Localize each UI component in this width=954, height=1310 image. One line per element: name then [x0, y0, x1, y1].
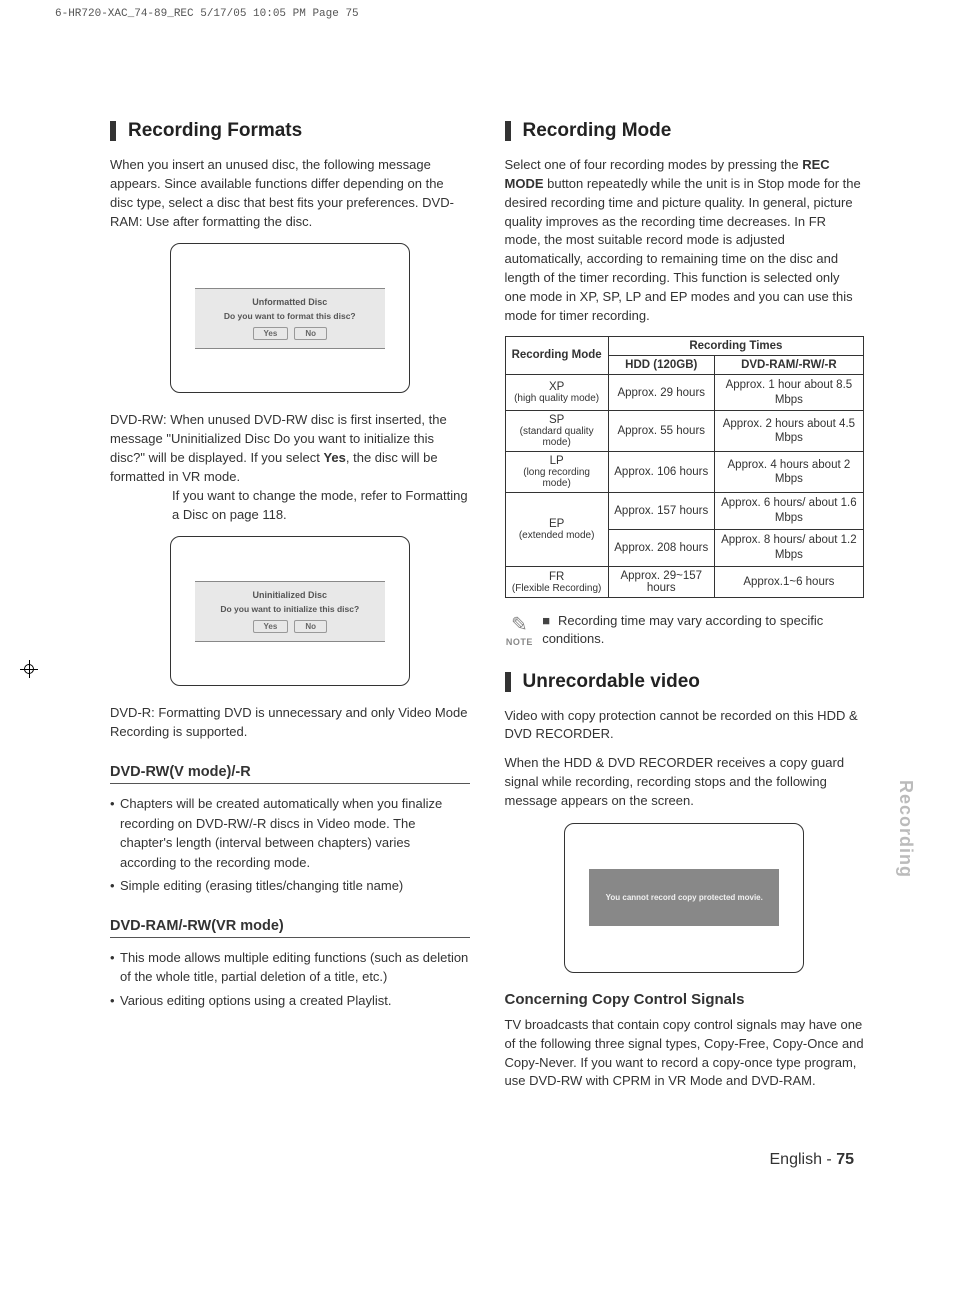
- desc: Formatting DVD is unnecessary and only V…: [110, 705, 467, 739]
- paragraph: Video with copy protection cannot be rec…: [505, 707, 865, 745]
- section-unrecordable-video: Unrecordable video: [505, 671, 865, 693]
- cell-hdd: Approx. 55 hours: [608, 411, 714, 452]
- left-column: Recording Formats When you insert an unu…: [110, 120, 470, 1101]
- footer-page-number: 75: [836, 1151, 854, 1168]
- heading-bar-icon: [505, 672, 511, 692]
- mode-sub: (high quality mode): [511, 393, 603, 404]
- intro-part2: button repeatedly while the unit is in S…: [505, 176, 861, 323]
- heading-bar-icon: [505, 121, 511, 141]
- osd-title: Uninitialized Disc: [201, 590, 379, 600]
- footer-sep: -: [822, 1151, 836, 1168]
- mode-name: LP: [511, 455, 603, 467]
- recording-times-table: Recording Mode Recording Times HDD (120G…: [505, 336, 865, 599]
- table-row: SP(standard quality mode) Approx. 55 hou…: [505, 411, 864, 452]
- cell-dvd: Approx. 4 hours about 2 Mbps: [714, 452, 863, 493]
- heading-text: Recording Formats: [128, 120, 302, 142]
- cell-dvd: Approx. 8 hours/ about 1.2 Mbps: [714, 530, 863, 567]
- osd-no-button: No: [294, 620, 327, 633]
- side-tab-recording: Recording: [895, 780, 916, 878]
- list-item: This mode allows multiple editing functi…: [110, 948, 470, 987]
- heading-text: Unrecordable video: [523, 671, 700, 693]
- osd-copy-protected: You cannot record copy protected movie.: [564, 823, 804, 973]
- subheading-copy-control: Concerning Copy Control Signals: [505, 991, 865, 1008]
- cell-dvd: Approx.1~6 hours: [714, 567, 863, 598]
- osd-uninitialized-disc: Uninitialized Disc Do you want to initia…: [170, 536, 410, 686]
- cell-hdd: Approx. 106 hours: [608, 452, 714, 493]
- mode-name: FR: [511, 571, 603, 583]
- dvd-rw-definition: DVD-RW: When unused DVD-RW disc is first…: [110, 411, 470, 524]
- paragraph: TV broadcasts that contain copy control …: [505, 1016, 865, 1091]
- mode-sub: (Flexible Recording): [511, 583, 603, 594]
- th-hdd: HDD (120GB): [608, 355, 714, 374]
- osd-subtitle: Do you want to initialize this disc?: [201, 604, 379, 614]
- list-item: Simple editing (erasing titles/changing …: [110, 876, 470, 896]
- mode-sub: (long recording mode): [511, 467, 603, 489]
- table-row: FR(Flexible Recording) Approx. 29~157 ho…: [505, 567, 864, 598]
- heading-text: Recording Mode: [523, 120, 672, 142]
- term: DVD-R:: [110, 705, 155, 720]
- mode-sub: (extended mode): [511, 530, 603, 541]
- heading-bar-icon: [110, 121, 116, 141]
- cell-dvd: Approx. 6 hours/ about 1.6 Mbps: [714, 493, 863, 530]
- intro-part1: Select one of four recording modes by pr…: [505, 157, 803, 172]
- table-row: XP(high quality mode) Approx. 29 hours A…: [505, 374, 864, 411]
- list-item: Various editing options using a created …: [110, 991, 470, 1011]
- paragraph: When the HDD & DVD RECORDER receives a c…: [505, 754, 865, 811]
- yes-bold: Yes: [323, 450, 345, 465]
- section-recording-formats: Recording Formats: [110, 120, 470, 142]
- note-text: ■Recording time may vary according to sp…: [542, 612, 864, 648]
- osd-yes-button: Yes: [253, 327, 289, 340]
- print-job-header: 6-HR720-XAC_74-89_REC 5/17/05 10:05 PM P…: [55, 8, 359, 20]
- bullet-list: Chapters will be created automatically w…: [110, 794, 470, 896]
- desc-part2: If you want to change the mode, refer to…: [172, 487, 470, 525]
- cell-dvd: Approx. 1 hour about 8.5 Mbps: [714, 374, 863, 411]
- subheading-dvdram-vr: DVD-RAM/-RW(VR mode): [110, 918, 470, 938]
- osd-no-button: No: [294, 327, 327, 340]
- th-mode: Recording Mode: [505, 336, 608, 374]
- osd-subtitle: Do you want to format this disc?: [201, 311, 379, 321]
- note-block: ✎ NOTE ■Recording time may vary accordin…: [505, 612, 865, 648]
- section-recording-mode: Recording Mode: [505, 120, 865, 142]
- osd-yes-button: Yes: [253, 620, 289, 633]
- term: DVD-RW:: [110, 412, 167, 427]
- page-footer: English - 75: [110, 1151, 864, 1169]
- intro-paragraph: When you insert an unused disc, the foll…: [110, 156, 470, 231]
- footer-language: English: [770, 1151, 822, 1168]
- right-column: Recording Mode Select one of four record…: [505, 120, 865, 1101]
- bullet-list: This mode allows multiple editing functi…: [110, 948, 470, 1011]
- cell-hdd: Approx. 29~157 hours: [608, 567, 714, 598]
- mode-sub: (standard quality mode): [511, 426, 603, 448]
- cell-hdd: Approx. 157 hours: [608, 493, 714, 530]
- intro-paragraph: Select one of four recording modes by pr…: [505, 156, 865, 326]
- note-label: NOTE: [505, 637, 535, 647]
- th-dvd: DVD-RAM/-RW/-R: [714, 355, 863, 374]
- osd-unformatted-disc: Unformatted Disc Do you want to format t…: [170, 243, 410, 393]
- table-row: LP(long recording mode) Approx. 106 hour…: [505, 452, 864, 493]
- mode-name: XP: [511, 381, 603, 393]
- cell-dvd: Approx. 2 hours about 4.5 Mbps: [714, 411, 863, 452]
- list-item: Chapters will be created automatically w…: [110, 794, 470, 872]
- th-times: Recording Times: [608, 336, 863, 355]
- note-icon: ✎: [505, 612, 535, 637]
- registration-mark-icon: [20, 660, 40, 680]
- mode-name: EP: [511, 518, 603, 530]
- cell-hdd: Approx. 208 hours: [608, 530, 714, 567]
- osd-title: Unformatted Disc: [201, 297, 379, 307]
- table-row: EP(extended mode) Approx. 157 hours Appr…: [505, 493, 864, 530]
- osd-message: You cannot record copy protected movie.: [597, 893, 771, 902]
- cell-hdd: Approx. 29 hours: [608, 374, 714, 411]
- dvd-r-definition: DVD-R: Formatting DVD is unnecessary and…: [110, 704, 470, 742]
- subheading-dvdrw-v: DVD-RW(V mode)/-R: [110, 764, 470, 784]
- mode-name: SP: [511, 414, 603, 426]
